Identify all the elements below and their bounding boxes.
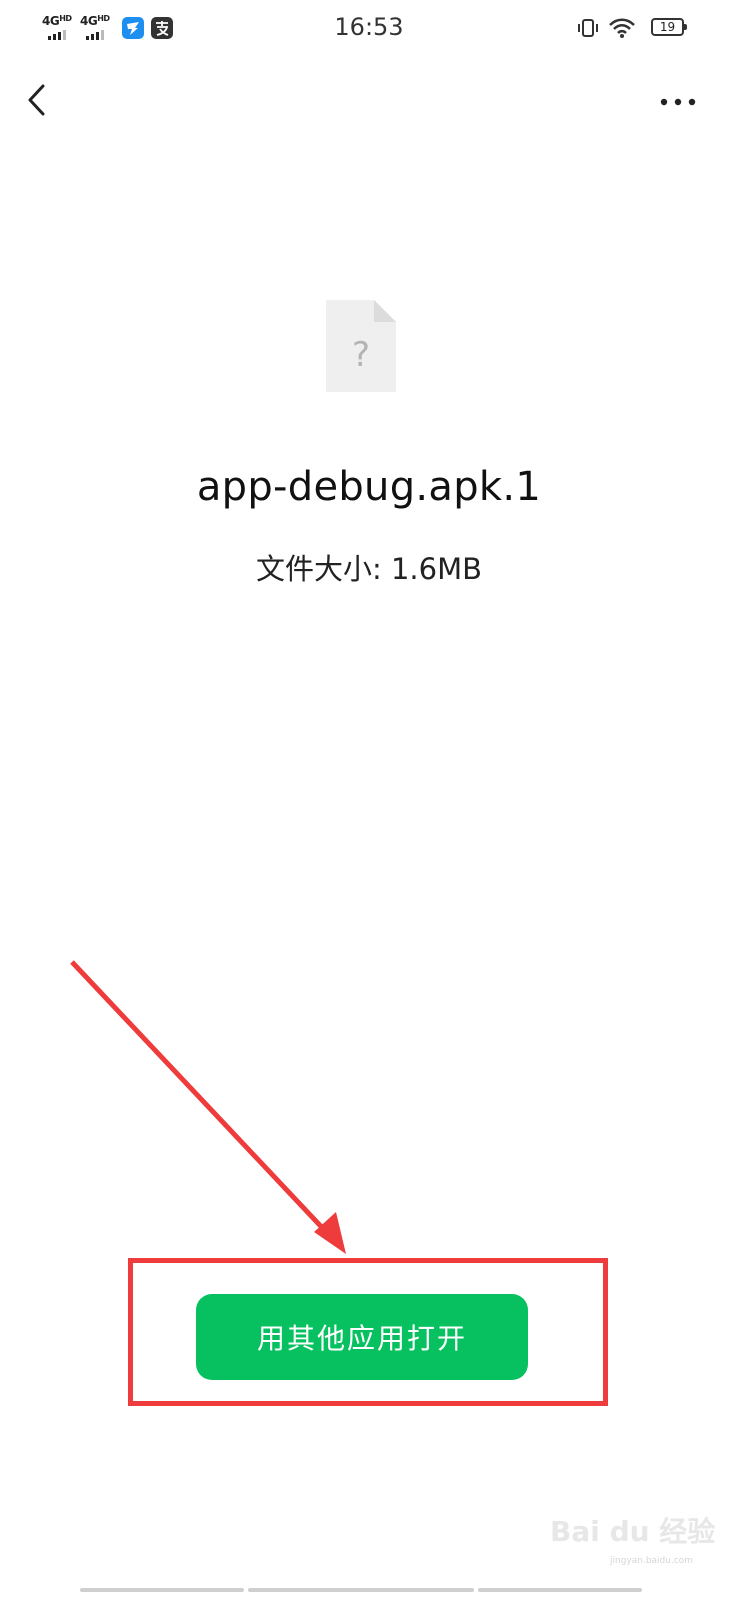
nav-bar-segment [478,1588,642,1592]
nav-bar-segment [248,1588,474,1592]
open-with-other-app-button[interactable]: 用其他应用打开 [196,1294,528,1380]
baidu-jingyan-watermark: Bai du 经验 [550,1515,716,1548]
watermark-url: jingyan.baidu.com [610,1556,694,1566]
nav-bar-segment [80,1588,244,1592]
